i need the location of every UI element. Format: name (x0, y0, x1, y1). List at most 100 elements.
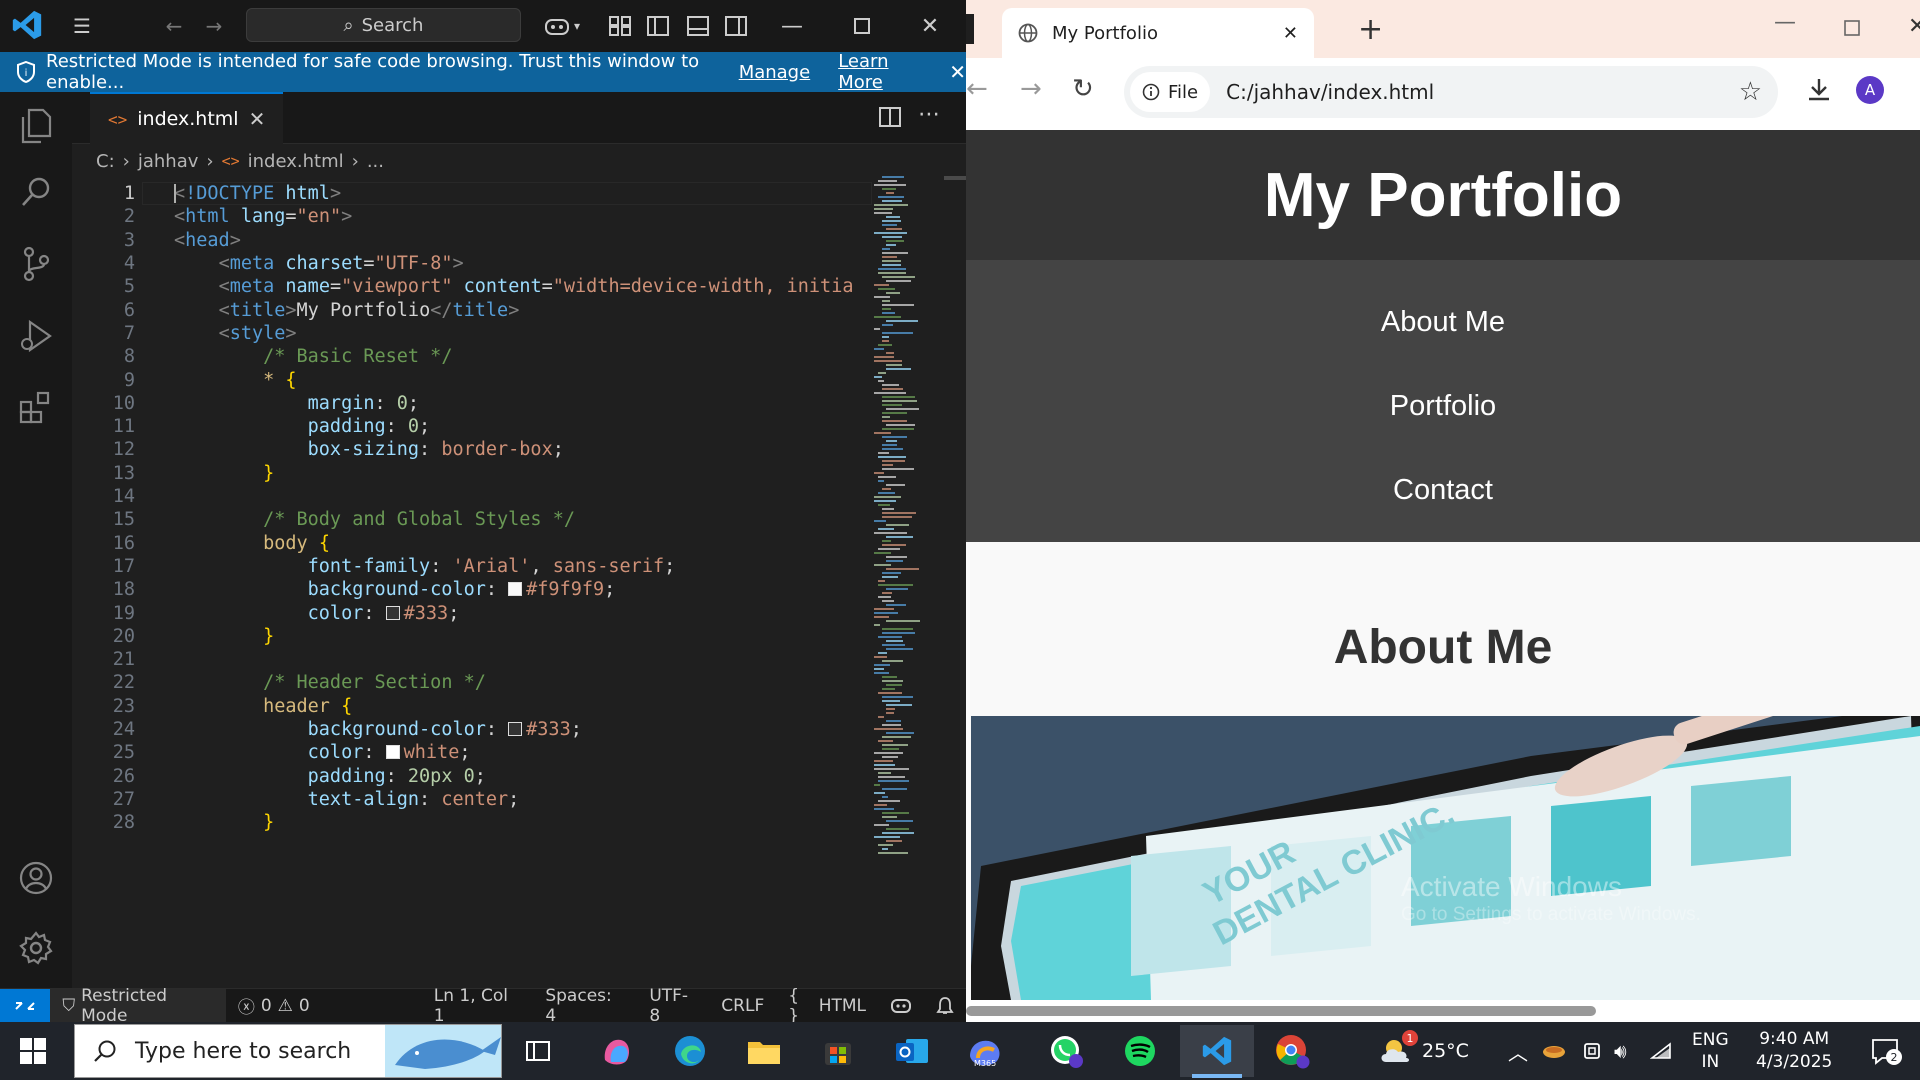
problems-status[interactable]: ⓧ 0 ⚠ 0 (226, 989, 322, 1023)
horizontal-scrollbar[interactable] (966, 1000, 1920, 1022)
close-window-icon[interactable]: ✕ (910, 8, 950, 44)
close-banner-icon[interactable]: ✕ (949, 60, 966, 84)
microsoft-365-app-icon[interactable]: M365 (956, 1028, 1016, 1074)
taskbar-search-box[interactable]: Type here to search (74, 1024, 502, 1078)
split-editor-icon[interactable] (878, 106, 902, 128)
edge-app-icon[interactable] (660, 1028, 720, 1074)
forward-arrow-icon[interactable]: → (196, 8, 232, 44)
file-explorer-app-icon[interactable] (734, 1028, 794, 1074)
menu-icon[interactable]: ☰ (64, 8, 100, 44)
vscode-logo-icon[interactable] (10, 8, 44, 42)
downloads-icon[interactable] (1806, 76, 1832, 102)
maximize-icon[interactable] (1844, 20, 1860, 36)
code-line[interactable]: 22 /* Header Section */ (72, 671, 486, 694)
code-line[interactable]: 14 (72, 485, 135, 508)
browser-tab-my-portfolio[interactable]: My Portfolio ✕ (1002, 8, 1314, 58)
code-line[interactable]: 7 <style> (72, 322, 297, 345)
run-and-debug-icon[interactable] (14, 314, 58, 358)
color-swatch-icon[interactable] (385, 745, 400, 760)
code-line[interactable]: 10 margin: 0; (72, 392, 419, 415)
eol-status[interactable]: CRLF (709, 989, 776, 1023)
tab-index-html[interactable]: <> index.html ✕ (90, 92, 284, 144)
new-tab-icon[interactable]: + (1358, 12, 1383, 47)
input-language-indicator[interactable]: ENG IN (1692, 1022, 1729, 1080)
copilot-status-icon[interactable] (878, 989, 924, 1023)
command-center-search[interactable]: ⌕ Search (246, 8, 521, 42)
spotify-app-icon[interactable] (1110, 1028, 1170, 1074)
volume-icon[interactable]: 🔊︎ (1614, 1022, 1627, 1080)
breadcrumb-folder[interactable]: jahhav (138, 151, 199, 172)
code-line[interactable]: 17 font-family: 'Arial', sans-serif; (72, 555, 676, 578)
code-line[interactable]: 15 /* Body and Global Styles */ (72, 508, 575, 531)
tab-search-icon[interactable] (966, 14, 974, 44)
scrollbar-thumb[interactable] (966, 1006, 1596, 1016)
indentation-status[interactable]: Spaces: 4 (533, 986, 637, 1026)
editor-scrollbar[interactable] (944, 176, 966, 180)
code-line[interactable]: 6 <title>My Portfolio</title> (72, 299, 519, 322)
accounts-icon[interactable] (14, 856, 58, 900)
copilot-app-icon[interactable] (586, 1028, 646, 1074)
code-line[interactable]: 11 padding: 0; (72, 415, 430, 438)
show-hidden-icons-chevron-icon[interactable]: ︿ (1508, 1022, 1528, 1080)
copilot-icon[interactable]: ▾ (536, 8, 588, 44)
extensions-icon[interactable] (14, 386, 58, 430)
code-editor[interactable]: 1 <!DOCTYPE html> 2 <html lang="en"> 3 <head>… (72, 178, 872, 988)
nav-link-portfolio[interactable]: Portfolio (966, 390, 1920, 423)
settings-gear-icon[interactable] (14, 926, 58, 970)
code-line[interactable]: 9 * { (72, 368, 297, 391)
code-line[interactable]: 18 background-color: #f9f9f9; (72, 578, 616, 601)
minimize-icon[interactable]: — (1774, 10, 1796, 35)
explorer-icon[interactable] (14, 104, 58, 148)
notifications-bell-icon[interactable] (924, 989, 966, 1023)
code-line[interactable]: 4 <meta charset="UTF-8"> (72, 252, 464, 275)
breadcrumb-drive[interactable]: C: (96, 151, 115, 172)
address-bar[interactable]: File C:/jahhav/index.html ☆ (1124, 66, 1778, 118)
meet-now-icon[interactable] (1582, 1022, 1602, 1080)
tray-app-icon[interactable] (1542, 1022, 1566, 1080)
close-tab-icon[interactable]: ✕ (1283, 23, 1298, 44)
language-mode-status[interactable]: { } HTML (776, 986, 878, 1026)
color-swatch-icon[interactable] (508, 722, 523, 737)
back-arrow-icon[interactable]: ← (966, 74, 988, 104)
customize-layout-icon[interactable] (602, 8, 638, 44)
source-control-icon[interactable] (14, 242, 58, 286)
wifi-icon[interactable] (1650, 1022, 1672, 1080)
code-line[interactable]: 28 } (72, 811, 275, 834)
toggle-secondary-sidebar-icon[interactable] (718, 8, 754, 44)
code-line[interactable]: 27 text-align: center; (72, 788, 520, 811)
close-tab-icon[interactable]: ✕ (249, 107, 266, 131)
outlook-app-icon[interactable] (882, 1028, 942, 1074)
manage-link[interactable]: Manage (739, 62, 811, 83)
minimize-icon[interactable]: — (772, 8, 812, 44)
task-view-icon[interactable] (508, 1028, 568, 1074)
nav-link-about[interactable]: About Me (966, 306, 1920, 339)
search-sidebar-icon[interactable] (14, 170, 58, 214)
code-line[interactable]: 16 body { (72, 532, 330, 555)
site-info-chip[interactable]: File (1130, 72, 1211, 112)
more-actions-icon[interactable]: ⋯ (918, 102, 940, 127)
code-line[interactable]: 25 color: white; (72, 741, 471, 764)
code-line[interactable]: 12 box-sizing: border-box; (72, 438, 564, 461)
code-line[interactable]: 23 header { (72, 695, 353, 718)
code-line[interactable]: 13 } (72, 462, 275, 485)
breadcrumb-file[interactable]: index.html (248, 151, 344, 172)
learn-more-link[interactable]: Learn More (838, 51, 929, 93)
forward-arrow-icon[interactable]: → (1020, 74, 1042, 104)
code-line[interactable]: 20 } (72, 625, 275, 648)
reload-icon[interactable]: ↻ (1072, 74, 1094, 104)
back-arrow-icon[interactable]: ← (156, 8, 192, 44)
code-line[interactable]: 26 padding: 20px 0; (72, 765, 486, 788)
restricted-mode-status[interactable]: ⛉ Restricted Mode (50, 986, 226, 1026)
code-line[interactable]: 5 <meta name="viewport" content="width=d… (72, 275, 854, 298)
microsoft-store-app-icon[interactable] (808, 1028, 868, 1074)
remote-indicator-button[interactable] (0, 988, 51, 1023)
windows-start-icon[interactable] (20, 1038, 46, 1064)
code-line[interactable]: 3 <head> (72, 229, 241, 252)
cursor-position-status[interactable]: Ln 1, Col 1 (422, 986, 534, 1026)
color-swatch-icon[interactable] (385, 605, 400, 620)
profile-avatar[interactable]: A (1856, 76, 1884, 104)
toggle-primary-sidebar-icon[interactable] (640, 8, 676, 44)
breadcrumb-symbol[interactable]: ... (367, 151, 384, 172)
minimap[interactable] (874, 176, 944, 856)
code-line[interactable]: 1 <!DOCTYPE html> (72, 182, 341, 205)
